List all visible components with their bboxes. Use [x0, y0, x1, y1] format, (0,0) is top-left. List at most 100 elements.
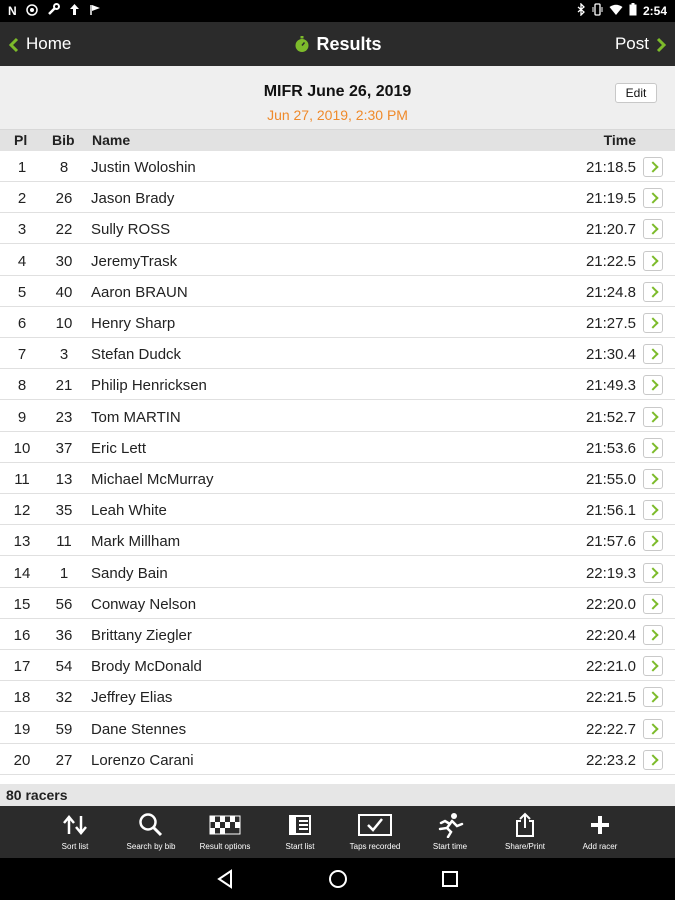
column-bib[interactable]: Bib: [52, 132, 75, 148]
place-cell: 6: [17, 315, 27, 332]
bib-cell: 32: [55, 689, 73, 707]
bib-cell: 27: [55, 751, 73, 769]
search-by-bib-label: Search by bib: [126, 842, 176, 851]
time-cell: 21:57.6: [585, 533, 636, 551]
table-row[interactable]: 20 27 Lorenzo Carani 22:23.2: [0, 744, 675, 775]
table-row[interactable]: 12 35 Leah White 21:56.1: [0, 494, 675, 526]
chevron-left-icon: [8, 22, 20, 66]
row-detail-chevron-icon[interactable]: [643, 437, 663, 458]
place-cell: 15: [13, 595, 31, 613]
time-cell: 21:19.5: [585, 190, 636, 208]
place-cell: 20: [13, 751, 31, 769]
bib-cell: 37: [55, 439, 73, 457]
place-cell: 2: [17, 190, 27, 208]
start-list-button[interactable]: Start list: [265, 806, 335, 858]
row-detail-chevron-icon[interactable]: [643, 625, 663, 645]
place-cell: 18: [13, 689, 31, 707]
bib-cell: 30: [55, 252, 73, 270]
place-cell: 19: [13, 720, 31, 738]
results-list[interactable]: 1 8 Justin Woloshin 21:18.5 2 26 Jason Brady 21…: [0, 151, 675, 781]
table-row[interactable]: 13 11 Mark Millham 21:57.6: [0, 525, 675, 557]
place-cell: 17: [13, 658, 31, 676]
row-detail-chevron-icon[interactable]: [643, 313, 663, 333]
row-detail-chevron-icon[interactable]: [643, 593, 663, 614]
table-row[interactable]: 11 13 Michael McMurray 21:55.0: [0, 463, 675, 494]
racer-name-cell: Jeffrey Elias: [91, 689, 173, 707]
row-detail-chevron-icon[interactable]: [643, 500, 663, 521]
table-row[interactable]: 10 37 Eric Lett 21:53.6: [0, 432, 675, 463]
flag-icon: [89, 4, 101, 19]
racer-count: 80 racers: [6, 787, 68, 803]
bib-cell: 40: [55, 283, 73, 301]
table-row[interactable]: 9 23 Tom MARTIN 21:52.7: [0, 401, 675, 432]
column-time[interactable]: Time: [604, 132, 636, 148]
taps-recorded-button[interactable]: Taps recorded: [340, 806, 410, 858]
row-detail-chevron-icon[interactable]: [643, 718, 663, 739]
status-left-icons: N: [8, 3, 101, 19]
racer-name-cell: Aaron BRAUN: [91, 283, 188, 301]
row-detail-chevron-icon[interactable]: [643, 281, 663, 302]
search-by-bib-button[interactable]: Search by bib: [116, 806, 186, 858]
racer-name-cell: Philip Henricksen: [91, 377, 207, 395]
table-row[interactable]: 1 8 Justin Woloshin 21:18.5: [0, 151, 675, 182]
table-row[interactable]: 16 36 Brittany Ziegler 22:20.4: [0, 619, 675, 650]
sort-list-button[interactable]: Sort list: [40, 806, 110, 858]
racer-name-cell: Michael McMurray: [91, 471, 214, 488]
table-row[interactable]: 2 26 Jason Brady 21:19.5: [0, 182, 675, 214]
place-cell: 13: [13, 533, 31, 551]
table-row[interactable]: 4 30 JeremyTrask 21:22.5: [0, 245, 675, 276]
time-cell: 21:52.7: [585, 408, 636, 426]
nfc-icon: [25, 3, 38, 19]
table-row[interactable]: 17 54 Brody McDonald 22:21.0: [0, 650, 675, 682]
home-back-button[interactable]: Home: [8, 22, 71, 66]
home-circle-icon[interactable]: [326, 867, 350, 891]
bib-cell: 35: [55, 502, 73, 520]
place-cell: 14: [13, 564, 31, 582]
row-detail-chevron-icon[interactable]: [643, 656, 663, 677]
racer-name-cell: Sully ROSS: [91, 221, 171, 239]
sort-arrows-icon: [40, 812, 110, 838]
racer-name-cell: Mark Millham: [91, 533, 181, 551]
table-row[interactable]: 8 21 Philip Henricksen 21:49.3: [0, 369, 675, 401]
row-detail-chevron-icon[interactable]: [643, 531, 663, 552]
bib-cell: 56: [55, 595, 73, 613]
time-cell: 22:23.2: [585, 751, 636, 769]
edit-button[interactable]: Edit: [615, 83, 657, 103]
row-detail-chevron-icon[interactable]: [643, 749, 663, 770]
result-options-button[interactable]: Result options: [190, 806, 260, 858]
row-detail-chevron-icon[interactable]: [643, 188, 663, 209]
table-row[interactable]: 5 40 Aaron BRAUN 21:24.8: [0, 276, 675, 307]
row-detail-chevron-icon[interactable]: [643, 406, 663, 427]
table-row[interactable]: 6 10 Henry Sharp 21:27.5: [0, 307, 675, 338]
time-cell: 21:27.5: [585, 315, 636, 332]
add-racer-button[interactable]: Add racer: [565, 806, 635, 858]
wrench-icon: [47, 3, 60, 19]
time-cell: 21:56.1: [585, 502, 636, 520]
racer-name-cell: Brody McDonald: [91, 658, 202, 676]
table-row[interactable]: 15 56 Conway Nelson 22:20.0: [0, 588, 675, 619]
table-row[interactable]: 19 59 Dane Stennes 22:22.7: [0, 713, 675, 744]
racer-name-cell: Henry Sharp: [91, 315, 176, 332]
row-detail-chevron-icon[interactable]: [643, 469, 663, 489]
back-triangle-icon[interactable]: [214, 867, 238, 891]
table-row[interactable]: 3 22 Sully ROSS 21:20.7: [0, 213, 675, 245]
place-cell: 10: [13, 439, 31, 457]
row-detail-chevron-icon[interactable]: [643, 562, 663, 583]
row-detail-chevron-icon[interactable]: [643, 687, 663, 708]
row-detail-chevron-icon[interactable]: [643, 219, 663, 240]
recents-square-icon[interactable]: [438, 867, 462, 891]
row-detail-chevron-icon[interactable]: [643, 250, 663, 271]
table-row[interactable]: 14 1 Sandy Bain 22:19.3: [0, 557, 675, 588]
start-time-button[interactable]: Start time: [415, 806, 485, 858]
column-name[interactable]: Name: [92, 132, 130, 148]
column-pl[interactable]: Pl: [14, 132, 27, 148]
post-button[interactable]: Post: [615, 22, 667, 66]
row-detail-chevron-icon[interactable]: [643, 157, 663, 177]
table-row[interactable]: 18 32 Jeffrey Elias 22:21.5: [0, 681, 675, 713]
row-detail-chevron-icon[interactable]: [643, 344, 663, 365]
upload-icon: [69, 3, 80, 19]
share-print-button[interactable]: Share/Print: [490, 806, 560, 858]
bib-cell: 23: [55, 408, 73, 426]
row-detail-chevron-icon[interactable]: [643, 375, 663, 396]
table-row[interactable]: 7 3 Stefan Dudck 21:30.4: [0, 338, 675, 370]
